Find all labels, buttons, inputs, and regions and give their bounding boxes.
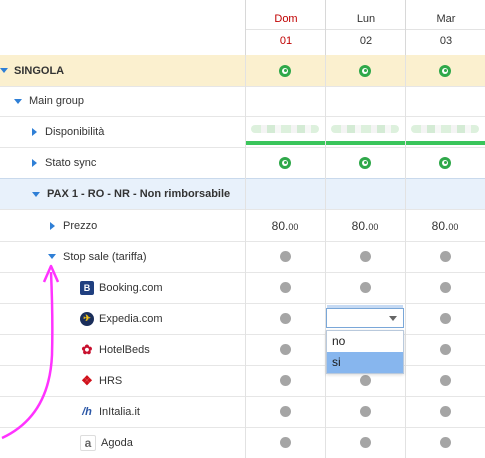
row-label: Prezzo: [63, 219, 98, 232]
availability-cell[interactable]: [245, 116, 325, 147]
day-number: 01: [279, 35, 293, 47]
row-label: Disponibilità: [45, 125, 105, 138]
stop-sale-indicator[interactable]: [359, 406, 371, 417]
channel-label: InItalia.it: [99, 405, 140, 418]
day-name: Mar: [436, 13, 456, 25]
collapse-icon[interactable]: [32, 158, 37, 167]
collapse-icon[interactable]: [50, 221, 55, 230]
rate-grid: Dom 01 Lun 02 Mar 03 SINGOLA Main group: [0, 0, 485, 458]
stop-sale-indicator[interactable]: [359, 375, 371, 386]
stop-sale-indicator[interactable]: [279, 313, 291, 324]
day-number: 03: [439, 35, 453, 47]
stop-sale-indicator[interactable]: [359, 251, 371, 262]
agoda-icon: a: [80, 434, 96, 451]
channel-label: Booking.com: [99, 281, 163, 294]
day-number: 02: [359, 35, 373, 47]
availability-bar: [325, 141, 405, 145]
stop-sale-indicator[interactable]: [439, 344, 451, 355]
day-column-1: Lun 02: [325, 0, 406, 55]
stop-sale-indicator[interactable]: [279, 375, 291, 386]
hotelbeds-icon: ✿: [80, 341, 94, 357]
status-ok-icon[interactable]: [359, 64, 371, 77]
stop-sale-indicator[interactable]: [279, 282, 291, 293]
channel-label: HotelBeds: [99, 343, 150, 356]
expedia-icon: ✈: [80, 311, 94, 326]
column-divider: [245, 55, 246, 458]
stop-sale-indicator[interactable]: [439, 375, 451, 386]
rate-row-pax[interactable]: PAX 1 - RO - NR - Non rimborsabile: [0, 179, 485, 210]
channel-label: HRS: [99, 374, 123, 387]
room-row-singola[interactable]: SINGOLA: [0, 55, 485, 87]
availability-bar: [245, 141, 325, 145]
initalia-icon: /h: [80, 404, 94, 419]
availability-cell[interactable]: [325, 116, 405, 147]
sync-ok-icon[interactable]: [439, 156, 451, 169]
stop-sale-indicator[interactable]: [439, 313, 451, 324]
day-column-2: Mar 03: [405, 0, 485, 55]
stop-sale-indicator[interactable]: [439, 406, 451, 417]
column-divider: [405, 55, 406, 458]
day-column-0: Dom 01: [245, 0, 326, 55]
row-stato-sync[interactable]: Stato sync: [0, 147, 485, 179]
group-label: Main group: [29, 95, 85, 107]
sync-ok-icon[interactable]: [359, 156, 371, 169]
stop-sale-indicator[interactable]: [359, 437, 371, 448]
stop-sale-indicator[interactable]: [439, 282, 451, 293]
row-label: Stato sync: [45, 156, 97, 169]
price-cell[interactable]: 80.00: [272, 219, 299, 233]
stop-sale-options: no si: [326, 330, 404, 374]
row-label: Stop sale (tariffa): [63, 250, 147, 263]
channel-row-hotelbeds[interactable]: ✿ HotelBeds: [0, 334, 485, 366]
channel-row-booking[interactable]: B Booking.com: [0, 272, 485, 304]
stop-sale-indicator[interactable]: [279, 406, 291, 417]
stop-sale-indicator[interactable]: [439, 437, 451, 448]
stop-sale-indicator[interactable]: [439, 251, 451, 262]
group-row-main[interactable]: Main group: [0, 86, 485, 117]
channel-row-expedia[interactable]: ✈ Expedia.com: [0, 303, 485, 335]
price-cell[interactable]: 80.00: [352, 219, 379, 233]
channel-row-hrs[interactable]: ❖ HRS: [0, 365, 485, 397]
status-ok-icon[interactable]: [439, 64, 451, 77]
channel-label: Expedia.com: [99, 312, 163, 325]
day-name: Lun: [356, 13, 376, 25]
expand-icon[interactable]: [0, 68, 8, 73]
stop-sale-indicator[interactable]: [359, 282, 371, 293]
expand-icon[interactable]: [48, 254, 56, 259]
channel-row-initalia[interactable]: /h InItalia.it: [0, 396, 485, 428]
chevron-down-icon[interactable]: [389, 316, 397, 321]
stop-sale-select[interactable]: [326, 305, 404, 328]
rate-label: PAX 1 - RO - NR - Non rimborsabile: [47, 188, 231, 200]
expand-icon[interactable]: [14, 98, 22, 104]
row-prezzo[interactable]: Prezzo 80.00 80.00 80.00: [0, 210, 485, 242]
room-label: SINGOLA: [14, 64, 65, 77]
availability-cell[interactable]: [405, 116, 485, 147]
option-no[interactable]: no: [327, 331, 403, 352]
stop-sale-indicator[interactable]: [279, 344, 291, 355]
column-divider: [325, 55, 326, 458]
row-stop-sale[interactable]: Stop sale (tariffa): [0, 241, 485, 273]
channel-label: Agoda: [101, 436, 133, 449]
booking-icon: B: [80, 280, 94, 295]
status-ok-icon[interactable]: [279, 64, 291, 77]
price-cell[interactable]: 80.00: [432, 219, 459, 233]
channel-row-agoda[interactable]: a Agoda: [0, 427, 485, 458]
sync-ok-icon[interactable]: [279, 156, 291, 169]
row-disponibilita[interactable]: Disponibilità: [0, 116, 485, 148]
hrs-icon: ❖: [80, 372, 94, 388]
expand-icon[interactable]: [32, 191, 40, 197]
option-si[interactable]: si: [327, 352, 403, 373]
stop-sale-indicator[interactable]: [279, 437, 291, 448]
calendar-header: Dom 01 Lun 02 Mar 03: [0, 0, 485, 56]
availability-bar: [405, 141, 485, 145]
stop-sale-indicator[interactable]: [279, 251, 291, 262]
day-name: Dom: [274, 13, 298, 25]
collapse-icon[interactable]: [32, 127, 37, 136]
